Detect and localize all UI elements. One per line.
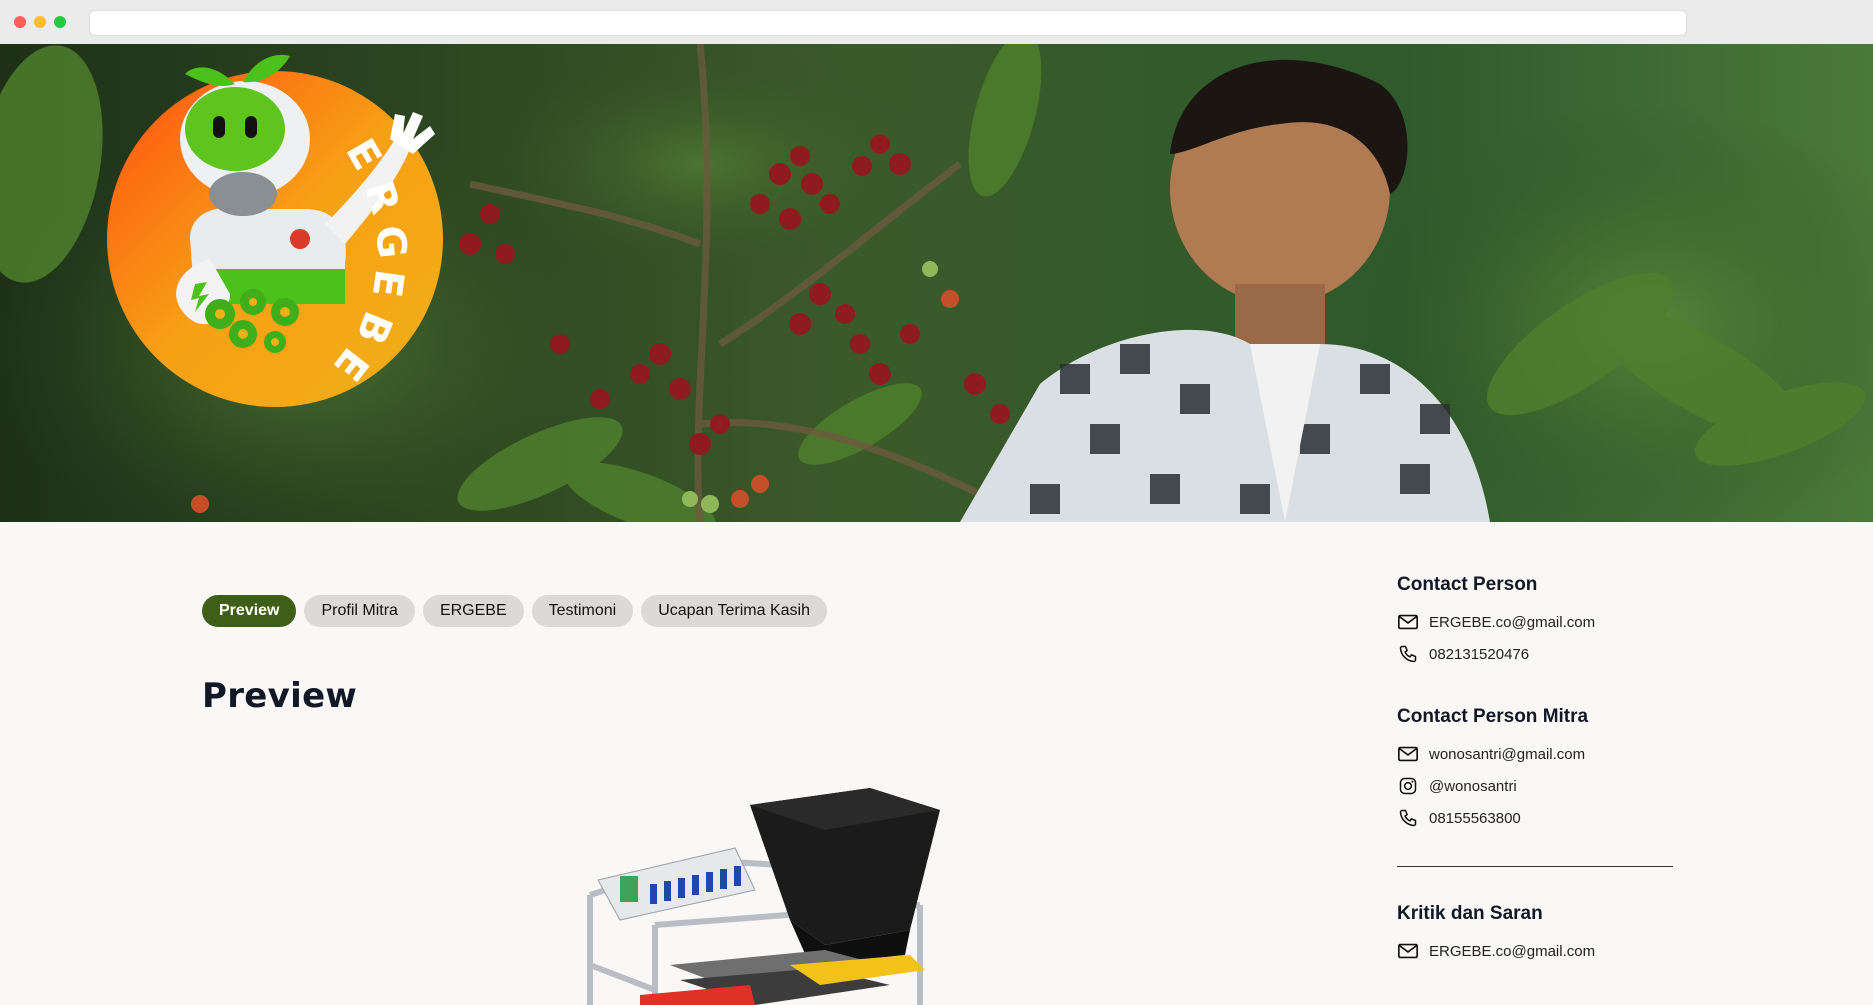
phone-icon (1399, 645, 1417, 663)
contact-person-email[interactable]: ERGEBE.co@gmail.com (1429, 614, 1595, 631)
ergebe-logo: E R G E B E (107, 54, 443, 407)
browser-chrome (0, 0, 1873, 45)
mitra-phone-row[interactable]: 08155563800 (1397, 802, 1588, 834)
close-window-button[interactable] (14, 16, 26, 28)
phone-icon (1399, 809, 1417, 827)
machine-preview-image (587, 788, 940, 1005)
kritik-saran-email-row[interactable]: ERGEBE.co@gmail.com (1397, 935, 1595, 967)
kritik-saran-section: Kritik dan Saran ERGEBE.co@gmail.com (1397, 903, 1595, 967)
contact-person-email-row[interactable]: ERGEBE.co@gmail.com (1397, 606, 1595, 638)
instagram-icon (1399, 777, 1417, 795)
contact-person-title: Contact Person (1397, 574, 1538, 595)
mail-icon (1398, 614, 1418, 630)
sidebar-divider (1397, 866, 1673, 867)
maximize-window-button[interactable] (54, 16, 66, 28)
contact-person-mitra-section: Contact Person Mitra wonosantri@gmail.co… (1397, 706, 1588, 834)
tab-ergebe[interactable]: ERGEBE (422, 595, 524, 627)
mail-icon (1398, 943, 1418, 959)
tab-profil-mitra[interactable]: Profil Mitra (304, 595, 415, 627)
mitra-phone[interactable]: 08155563800 (1429, 810, 1521, 827)
kritik-saran-title: Kritik dan Saran (1397, 903, 1543, 924)
tab-preview[interactable]: Preview (202, 595, 297, 627)
tab-ucapan-terima-kasih[interactable]: Ucapan Terima Kasih (641, 595, 827, 627)
minimize-window-button[interactable] (34, 16, 46, 28)
contact-person-mitra-title: Contact Person Mitra (1397, 706, 1589, 727)
page-title: Preview (202, 676, 358, 716)
mail-icon (1398, 746, 1418, 762)
address-bar[interactable] (89, 10, 1687, 36)
mitra-email-row[interactable]: wonosantri@gmail.com (1397, 738, 1588, 770)
mitra-instagram[interactable]: @wonosantri (1429, 778, 1517, 795)
mitra-email[interactable]: wonosantri@gmail.com (1429, 746, 1585, 763)
kritik-saran-email[interactable]: ERGEBE.co@gmail.com (1429, 943, 1595, 960)
contact-person-phone-row[interactable]: 082131520476 (1397, 638, 1595, 670)
section-tabs: Preview Profil Mitra ERGEBE Testimoni Uc… (202, 595, 827, 628)
hero-banner: E R G E B E (0, 44, 1873, 522)
tab-testimoni[interactable]: Testimoni (531, 595, 634, 627)
contact-person-section: Contact Person ERGEBE.co@gmail.com 08213… (1397, 574, 1595, 670)
mitra-instagram-row[interactable]: @wonosantri (1397, 770, 1588, 802)
svg-text:G: G (366, 224, 415, 261)
contact-person-phone[interactable]: 082131520476 (1429, 646, 1529, 663)
